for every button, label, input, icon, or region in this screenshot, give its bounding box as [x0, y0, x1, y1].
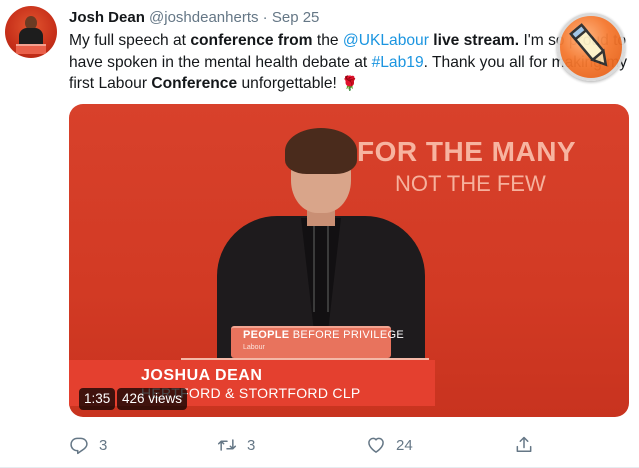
- rose-emoji: 🌹: [341, 75, 359, 91]
- text-part: the: [312, 32, 343, 49]
- speaker-hair: [285, 128, 357, 174]
- retweet-count: 3: [247, 436, 256, 454]
- speaker-lanyard: [313, 222, 329, 312]
- reply-count: 3: [99, 436, 108, 454]
- retweet-button[interactable]: 3: [217, 433, 255, 457]
- author-handle[interactable]: @joshdeanherts: [149, 9, 258, 26]
- tweet-header: Josh Dean @joshdeanherts · Sep 25: [69, 8, 319, 28]
- speaker-name-caption: JOSHUA DEAN: [141, 367, 263, 384]
- view-count-badge: 426 views: [117, 388, 188, 410]
- share-button[interactable]: [514, 433, 544, 457]
- hashtag-link[interactable]: #Lab19: [372, 54, 424, 71]
- text-part: My full speech at: [69, 32, 191, 49]
- video-duration-badge: 1:35: [79, 388, 116, 410]
- share-icon: [516, 436, 532, 452]
- reply-icon: [70, 437, 88, 455]
- slogan-line-2: NOT THE FEW: [395, 171, 546, 196]
- avatar[interactable]: [5, 6, 57, 58]
- podium-logo-text: Labour: [243, 344, 265, 351]
- text-bold: live stream.: [433, 32, 520, 49]
- text-part: unforgettable!: [237, 75, 342, 92]
- tweet-actions: 3 3 24: [69, 433, 569, 457]
- like-count: 24: [396, 436, 413, 454]
- mention-link[interactable]: @UKLabour: [343, 32, 429, 49]
- reply-button[interactable]: 3: [69, 433, 107, 457]
- avatar-podium: [16, 44, 46, 54]
- podium-slogan: PEOPLE BEFORE PRIVILEGE: [243, 329, 404, 341]
- pencil-icon-glyph: [569, 23, 608, 67]
- text-bold: Conference: [151, 75, 238, 92]
- like-button[interactable]: 24: [366, 433, 413, 457]
- pencil-icon[interactable]: [557, 13, 625, 81]
- podium-slogan-strong: PEOPLE: [243, 329, 290, 341]
- separator-dot: ·: [262, 9, 268, 26]
- tweet[interactable]: Josh Dean @joshdeanherts · Sep 25 My ful…: [0, 0, 639, 468]
- text-bold: conference from: [190, 32, 313, 49]
- video-player[interactable]: FOR THE MANY NOT THE FEW PEOPLE BEFORE P…: [69, 104, 629, 417]
- retweet-icon: [217, 439, 237, 451]
- tweet-date[interactable]: Sep 25: [272, 9, 320, 26]
- tweet-text: My full speech at conference from the @U…: [69, 30, 629, 95]
- podium-slogan-rest: BEFORE PRIVILEGE: [289, 329, 404, 341]
- author-name[interactable]: Josh Dean: [69, 9, 145, 26]
- heart-icon: [368, 437, 384, 453]
- slogan-line-1: FOR THE MANY: [357, 136, 577, 167]
